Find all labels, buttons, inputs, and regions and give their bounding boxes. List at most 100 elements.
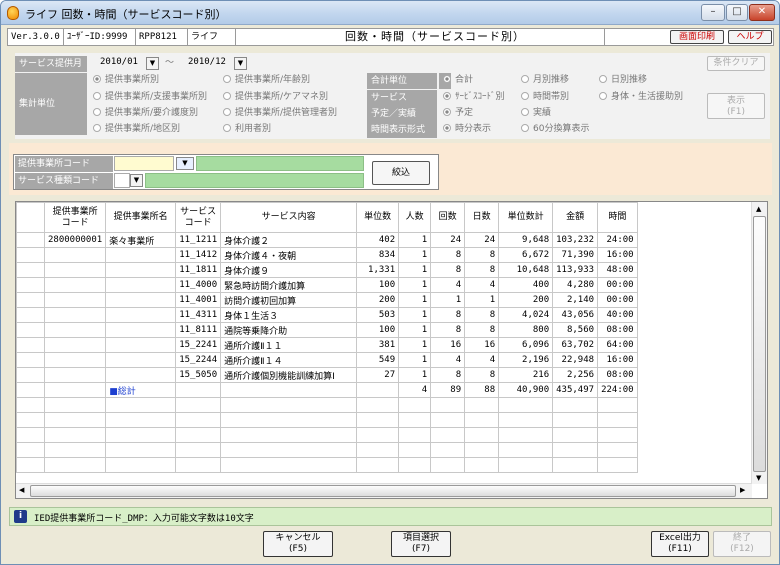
unit-option-office-carelevel[interactable]: 提供事業所/要介護度別 xyxy=(93,106,198,120)
cell-empty xyxy=(356,382,400,398)
agg-option-daily[interactable]: 日別推移 xyxy=(599,73,647,87)
table-header-row: 提供事業所 コード 提供事業所名 サービス コード サービス内容 単位数 人数 回数… xyxy=(16,202,638,233)
time-option-60min[interactable]: 60分換算表示 xyxy=(521,122,589,136)
horizontal-scroll-thumb[interactable] xyxy=(30,485,736,497)
col-office-name[interactable]: 提供事業所名 xyxy=(105,202,177,233)
horizontal-scrollbar[interactable]: ◀ ▶ xyxy=(16,483,752,498)
col-days[interactable]: 日数 xyxy=(464,202,500,233)
scroll-down-icon[interactable]: ▼ xyxy=(756,474,761,482)
row-header[interactable] xyxy=(16,307,45,323)
cell-unit-total: 800 xyxy=(498,322,554,338)
col-service-code[interactable]: サービス コード xyxy=(175,202,222,233)
cell-office-code xyxy=(43,277,107,293)
cell-service-code: 11_1211 xyxy=(175,232,222,248)
print-screen-button[interactable]: 画面印刷 xyxy=(670,30,724,44)
col-time[interactable]: 時間 xyxy=(597,202,638,233)
excel-export-button[interactable]: Excel出力 (F11) xyxy=(651,531,709,557)
unit-option-office-caremanager[interactable]: 提供事業所/ケアマネ別 xyxy=(223,90,328,104)
service-option-timeband[interactable]: 時間帯別 xyxy=(521,90,569,104)
cell-people: 1 xyxy=(398,247,432,263)
period-label: サービス提供月 xyxy=(15,56,87,72)
cell-amount: 113,933 xyxy=(552,262,599,278)
table-row[interactable]: 11_4001 訪問介護初回加算 200 1 1 1 200 2,140 00:00 xyxy=(16,292,638,308)
unit-option-user[interactable]: 利用者別 xyxy=(223,122,271,136)
table-row[interactable]: 2800000001 楽々事業所 11_1211 身体介護２ 402 1 24 24 9,648… xyxy=(16,232,638,248)
empty-row xyxy=(16,412,638,428)
show-button[interactable]: 表示 (F1) xyxy=(707,93,765,119)
row-header[interactable] xyxy=(16,352,45,368)
office-code-input[interactable] xyxy=(114,156,174,171)
cell-days: 8 xyxy=(464,247,500,263)
period-from-dropdown-icon[interactable]: ▼ xyxy=(146,57,159,70)
row-header[interactable] xyxy=(16,277,45,293)
cell-empty xyxy=(175,382,222,398)
unit-option-office-age[interactable]: 提供事業所/年齢別 xyxy=(223,73,310,87)
cell-empty xyxy=(43,382,107,398)
period-from-input[interactable]: 2010/01 xyxy=(97,56,147,71)
table-row[interactable]: 11_4000 緊急時訪問介護加算 100 1 4 4 400 4,280 00:00 xyxy=(16,277,638,293)
plan-option-plan[interactable]: 予定 xyxy=(443,106,473,120)
clear-conditions-button[interactable]: 条件クリア xyxy=(707,56,765,71)
maximize-button[interactable]: □ xyxy=(726,4,748,21)
radio-icon xyxy=(223,75,231,83)
row-header[interactable] xyxy=(16,232,45,248)
col-office-code[interactable]: 提供事業所 コード xyxy=(43,202,107,233)
unit-label: 集計単位 xyxy=(15,73,87,135)
row-header[interactable] xyxy=(16,367,45,383)
table-row[interactable]: 15_2244 通所介護Ⅱ１４ 549 1 4 4 2,196 22,948 16:00 xyxy=(16,352,638,368)
cell-count: 16 xyxy=(430,337,466,353)
program-id-label: RPP8121 xyxy=(136,29,188,45)
unit-option-office-area[interactable]: 提供事業所/地区別 xyxy=(93,122,180,136)
radio-selected-icon xyxy=(443,108,451,116)
unit-option-office-manager[interactable]: 提供事業所/提供管理者別 xyxy=(223,106,337,120)
col-people[interactable]: 人数 xyxy=(398,202,432,233)
row-header[interactable] xyxy=(16,247,45,263)
plan-option-actual[interactable]: 実績 xyxy=(521,106,551,120)
cell-days: 1 xyxy=(464,292,500,308)
row-header[interactable] xyxy=(16,337,45,353)
help-button[interactable]: ヘルプ xyxy=(728,30,772,44)
row-header[interactable] xyxy=(16,262,45,278)
scroll-left-icon[interactable]: ◀ xyxy=(19,486,24,494)
unit-option-office[interactable]: 提供事業所別 xyxy=(93,73,159,87)
narrow-button[interactable]: 絞込 xyxy=(372,161,430,185)
total-row[interactable]: ■総計 4 89 88 40,900 435,497 224:00 xyxy=(16,382,638,398)
period-to-dropdown-icon[interactable]: ▼ xyxy=(234,57,247,70)
unit-option-office-support[interactable]: 提供事業所/支援事業所別 xyxy=(93,90,207,104)
row-header[interactable] xyxy=(16,382,45,398)
col-units[interactable]: 単位数 xyxy=(356,202,400,233)
table-row[interactable]: 11_1811 身体介護９ 1,331 1 8 8 10,648 113,933 48:00 xyxy=(16,262,638,278)
service-option-code[interactable]: ｻｰﾋﾞｽｺｰﾄﾞ別 xyxy=(443,90,505,104)
vertical-scroll-thumb[interactable] xyxy=(753,216,766,472)
service-option-body-life[interactable]: 身体・生活援助別 xyxy=(599,90,683,104)
table-row[interactable]: 15_5050 通所介護個別機能訓練加算Ⅰ 27 1 8 8 216 2,256 08:00 xyxy=(16,367,638,383)
scroll-right-icon[interactable]: ▶ xyxy=(740,486,745,494)
table-row[interactable]: 15_2241 通所介護Ⅱ１１ 381 1 16 16 6,096 63,702 64:00 xyxy=(16,337,638,353)
scroll-up-icon[interactable]: ▲ xyxy=(756,205,761,213)
service-label: サービス xyxy=(367,90,437,106)
period-to-input[interactable]: 2010/12 xyxy=(185,56,235,71)
col-count[interactable]: 回数 xyxy=(430,202,466,233)
col-unit-total[interactable]: 単位数計 xyxy=(498,202,554,233)
table-row[interactable]: 11_4311 身体１生活３ 503 1 8 8 4,024 43,056 40:00 xyxy=(16,307,638,323)
item-select-button[interactable]: 項目選択 (F7) xyxy=(391,531,451,557)
row-header[interactable] xyxy=(16,292,45,308)
col-service-content[interactable]: サービス内容 xyxy=(220,202,358,233)
total-amount: 435,497 xyxy=(552,382,599,398)
service-type-dropdown-icon[interactable]: ▼ xyxy=(130,174,143,187)
cancel-button[interactable]: キャンセル (F5) xyxy=(263,531,333,557)
cell-service-code: 15_5050 xyxy=(175,367,222,383)
service-type-input[interactable] xyxy=(114,173,130,188)
time-option-hm[interactable]: 時分表示 xyxy=(443,122,491,136)
close-button[interactable]: ✕ xyxy=(749,4,775,21)
table-row[interactable]: 11_8111 通院等乗降介助 100 1 8 8 800 8,560 08:00 xyxy=(16,322,638,338)
agg-option-monthly[interactable]: 月別推移 xyxy=(521,73,569,87)
row-header[interactable] xyxy=(16,322,45,338)
agg-option-total[interactable]: 合計 xyxy=(443,73,473,87)
vertical-scrollbar[interactable]: ▲ ▼ xyxy=(751,202,767,484)
col-amount[interactable]: 金額 xyxy=(552,202,599,233)
minimize-button[interactable]: – xyxy=(701,4,725,21)
exit-button[interactable]: 終了 (F12) xyxy=(713,531,771,557)
table-row[interactable]: 11_1412 身体介護４・夜朝 834 1 8 8 6,672 71,390 16:00 xyxy=(16,247,638,263)
office-code-dropdown-icon[interactable]: ▼ xyxy=(176,157,194,170)
